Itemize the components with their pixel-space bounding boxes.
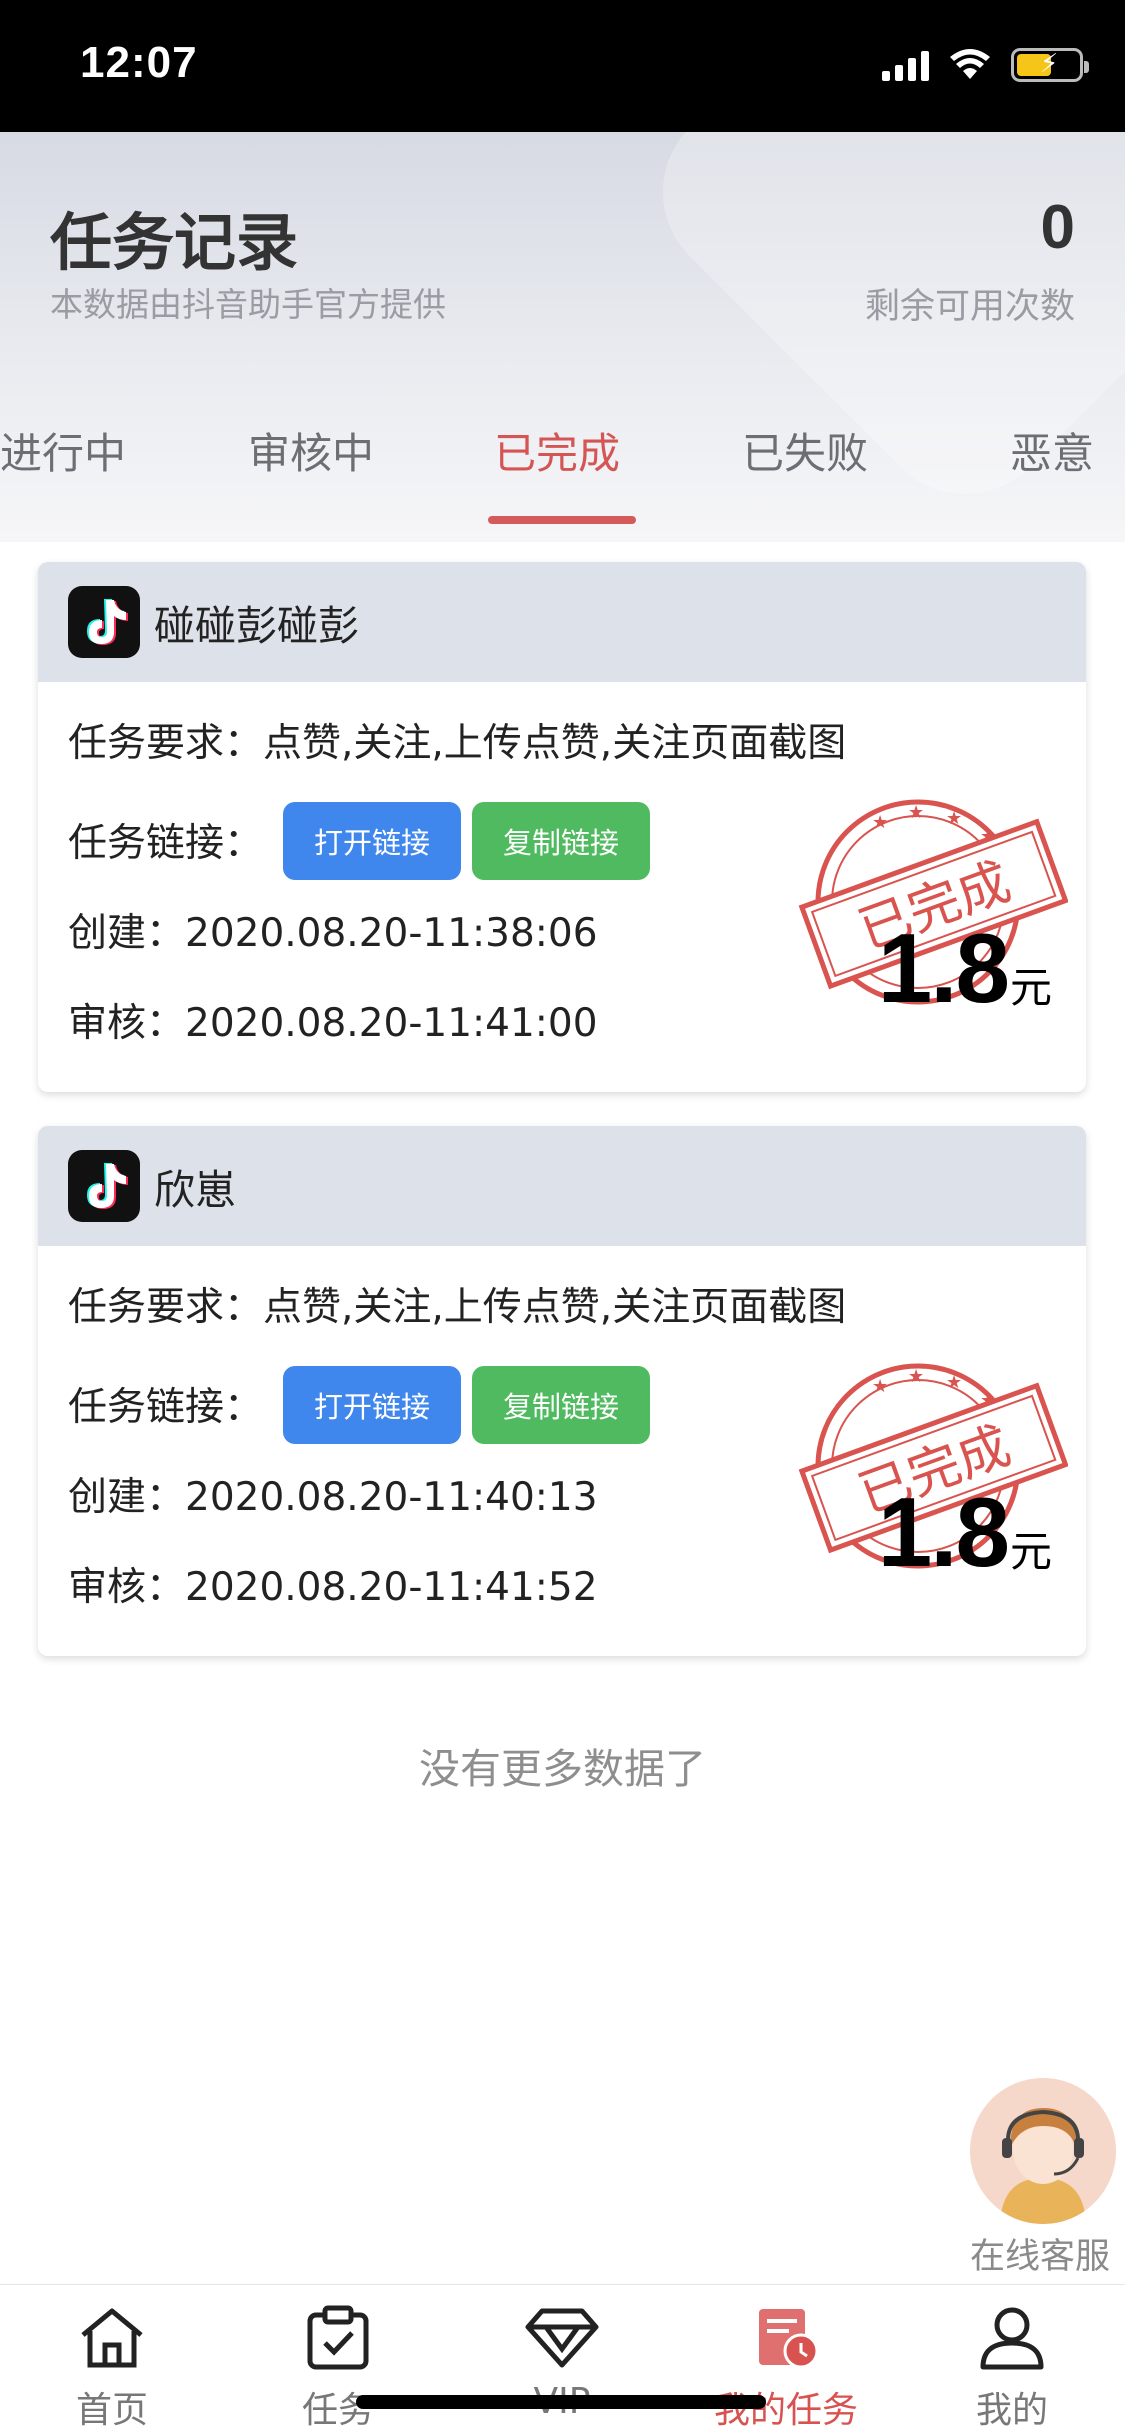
online-service-button[interactable]: 在线客服	[968, 2078, 1118, 2278]
reviewed-row: 审核：2020.08.20-11:41:52	[68, 1556, 598, 1612]
requirement-label: 任务要求：	[68, 721, 264, 766]
reviewed-time: 2020.08.20-11:41:52	[185, 1565, 598, 1610]
reward-unit: 元	[1009, 964, 1052, 1011]
requirement-label: 任务要求：	[68, 1285, 264, 1330]
no-more-data-text: 没有更多数据了	[419, 1745, 706, 1793]
link-label: 任务链接：	[68, 1385, 264, 1430]
battery-icon: ⚡	[1011, 48, 1089, 82]
reward-amount: 1.8	[877, 913, 1010, 1023]
tab-completed[interactable]: 已完成	[494, 420, 620, 481]
created-row: 创建：2020.08.20-11:38:06	[68, 902, 598, 958]
online-service-label: 在线客服	[969, 2237, 1110, 2277]
remaining-label: 剩余可用次数	[864, 287, 1075, 327]
reviewed-label: 审核：	[68, 1565, 186, 1610]
requirement-row: 任务要求：点赞,关注,上传点赞,关注页面截图	[68, 712, 846, 768]
wifi-icon	[950, 49, 990, 79]
nav-profile-label: 我的	[975, 2390, 1048, 2431]
created-time: 2020.08.20-11:40:13	[185, 1475, 598, 1520]
copy-link-button[interactable]: 复制链接	[472, 802, 650, 880]
svg-text:★: ★	[908, 1366, 924, 1387]
created-time: 2020.08.20-11:38:06	[185, 911, 598, 956]
copy-link-button[interactable]: 复制链接	[472, 1366, 650, 1444]
status-tabs: 进行中 审核中 已完成 已失败 恶意	[0, 420, 1125, 530]
requirement-row: 任务要求：点赞,关注,上传点赞,关注页面截图	[68, 1276, 846, 1332]
reviewed-label: 审核：	[68, 1001, 186, 1046]
link-label: 任务链接：	[68, 821, 264, 866]
card-header: 碰碰彭碰彭	[38, 562, 1086, 682]
requirement-value: 点赞,关注,上传点赞,关注页面截图	[263, 1285, 847, 1330]
nav-tasks[interactable]: 任务	[238, 2285, 438, 2436]
svg-text:★: ★	[908, 802, 924, 823]
page-title: 任务记录	[50, 206, 299, 279]
active-tab-indicator	[488, 516, 636, 524]
nav-profile[interactable]: 我的	[912, 2285, 1112, 2436]
reward-amount: 1.8	[877, 1477, 1010, 1587]
nav-home-label: 首页	[75, 2390, 148, 2431]
reviewed-row: 审核：2020.08.20-11:41:00	[68, 992, 598, 1048]
created-row: 创建：2020.08.20-11:40:13	[68, 1466, 598, 1522]
diamond-icon	[525, 2308, 599, 2368]
task-account-name: 碰碰彭碰彭	[154, 602, 359, 650]
svg-text:★: ★	[946, 1372, 962, 1393]
svg-text:★: ★	[872, 812, 888, 833]
tiktok-icon	[68, 586, 140, 658]
task-account-name: 欣崽	[154, 1166, 236, 1214]
remaining-count: 0	[1040, 193, 1075, 262]
open-link-button[interactable]: 打开链接	[283, 1366, 461, 1444]
nav-vip[interactable]: VIP	[462, 2285, 662, 2436]
tab-malicious[interactable]: 恶意	[1010, 420, 1094, 481]
tiktok-icon	[68, 1150, 140, 1222]
svg-text:★: ★	[872, 1376, 888, 1397]
open-link-button[interactable]: 打开链接	[283, 802, 461, 880]
task-clock-icon	[759, 2309, 819, 2369]
status-icons: ⚡	[882, 48, 1089, 82]
nav-home[interactable]: 首页	[12, 2285, 212, 2436]
task-card: 碰碰彭碰彭 任务要求：点赞,关注,上传点赞,关注页面截图 任务链接： 打开链接 …	[38, 562, 1086, 1092]
card-header: 欣崽	[38, 1126, 1086, 1246]
created-label: 创建：	[68, 1475, 186, 1520]
requirement-value: 点赞,关注,上传点赞,关注页面截图	[263, 721, 847, 766]
svg-text:★: ★	[946, 808, 962, 829]
home-icon	[81, 2308, 143, 2368]
user-icon	[980, 2307, 1044, 2370]
status-bar: 12:07 ⚡	[0, 0, 1125, 132]
page-subtitle: 本数据由抖音助手官方提供	[50, 285, 446, 324]
reward-unit: 元	[1009, 1528, 1052, 1575]
home-indicator	[356, 2395, 766, 2409]
bottom-navigation: 首页 任务 VIP 我的任务 我的	[0, 2284, 1125, 2436]
status-time: 12:07	[80, 38, 198, 87]
tab-failed[interactable]: 已失败	[742, 420, 868, 481]
service-agent-avatar	[970, 2078, 1116, 2224]
clipboard-check-icon	[307, 2305, 369, 2370]
reviewed-time: 2020.08.20-11:41:00	[185, 1001, 598, 1046]
cellular-signal-icon	[882, 49, 929, 81]
task-card: 欣崽 任务要求：点赞,关注,上传点赞,关注页面截图 任务链接： 打开链接 复制链…	[38, 1126, 1086, 1656]
tab-under-review[interactable]: 审核中	[248, 420, 374, 481]
reward: 1.8元	[878, 912, 1052, 1025]
tab-in-progress[interactable]: 进行中	[0, 420, 126, 481]
nav-my-tasks[interactable]: 我的任务	[686, 2285, 886, 2436]
reward: 1.8元	[878, 1476, 1052, 1589]
created-label: 创建：	[68, 911, 186, 956]
